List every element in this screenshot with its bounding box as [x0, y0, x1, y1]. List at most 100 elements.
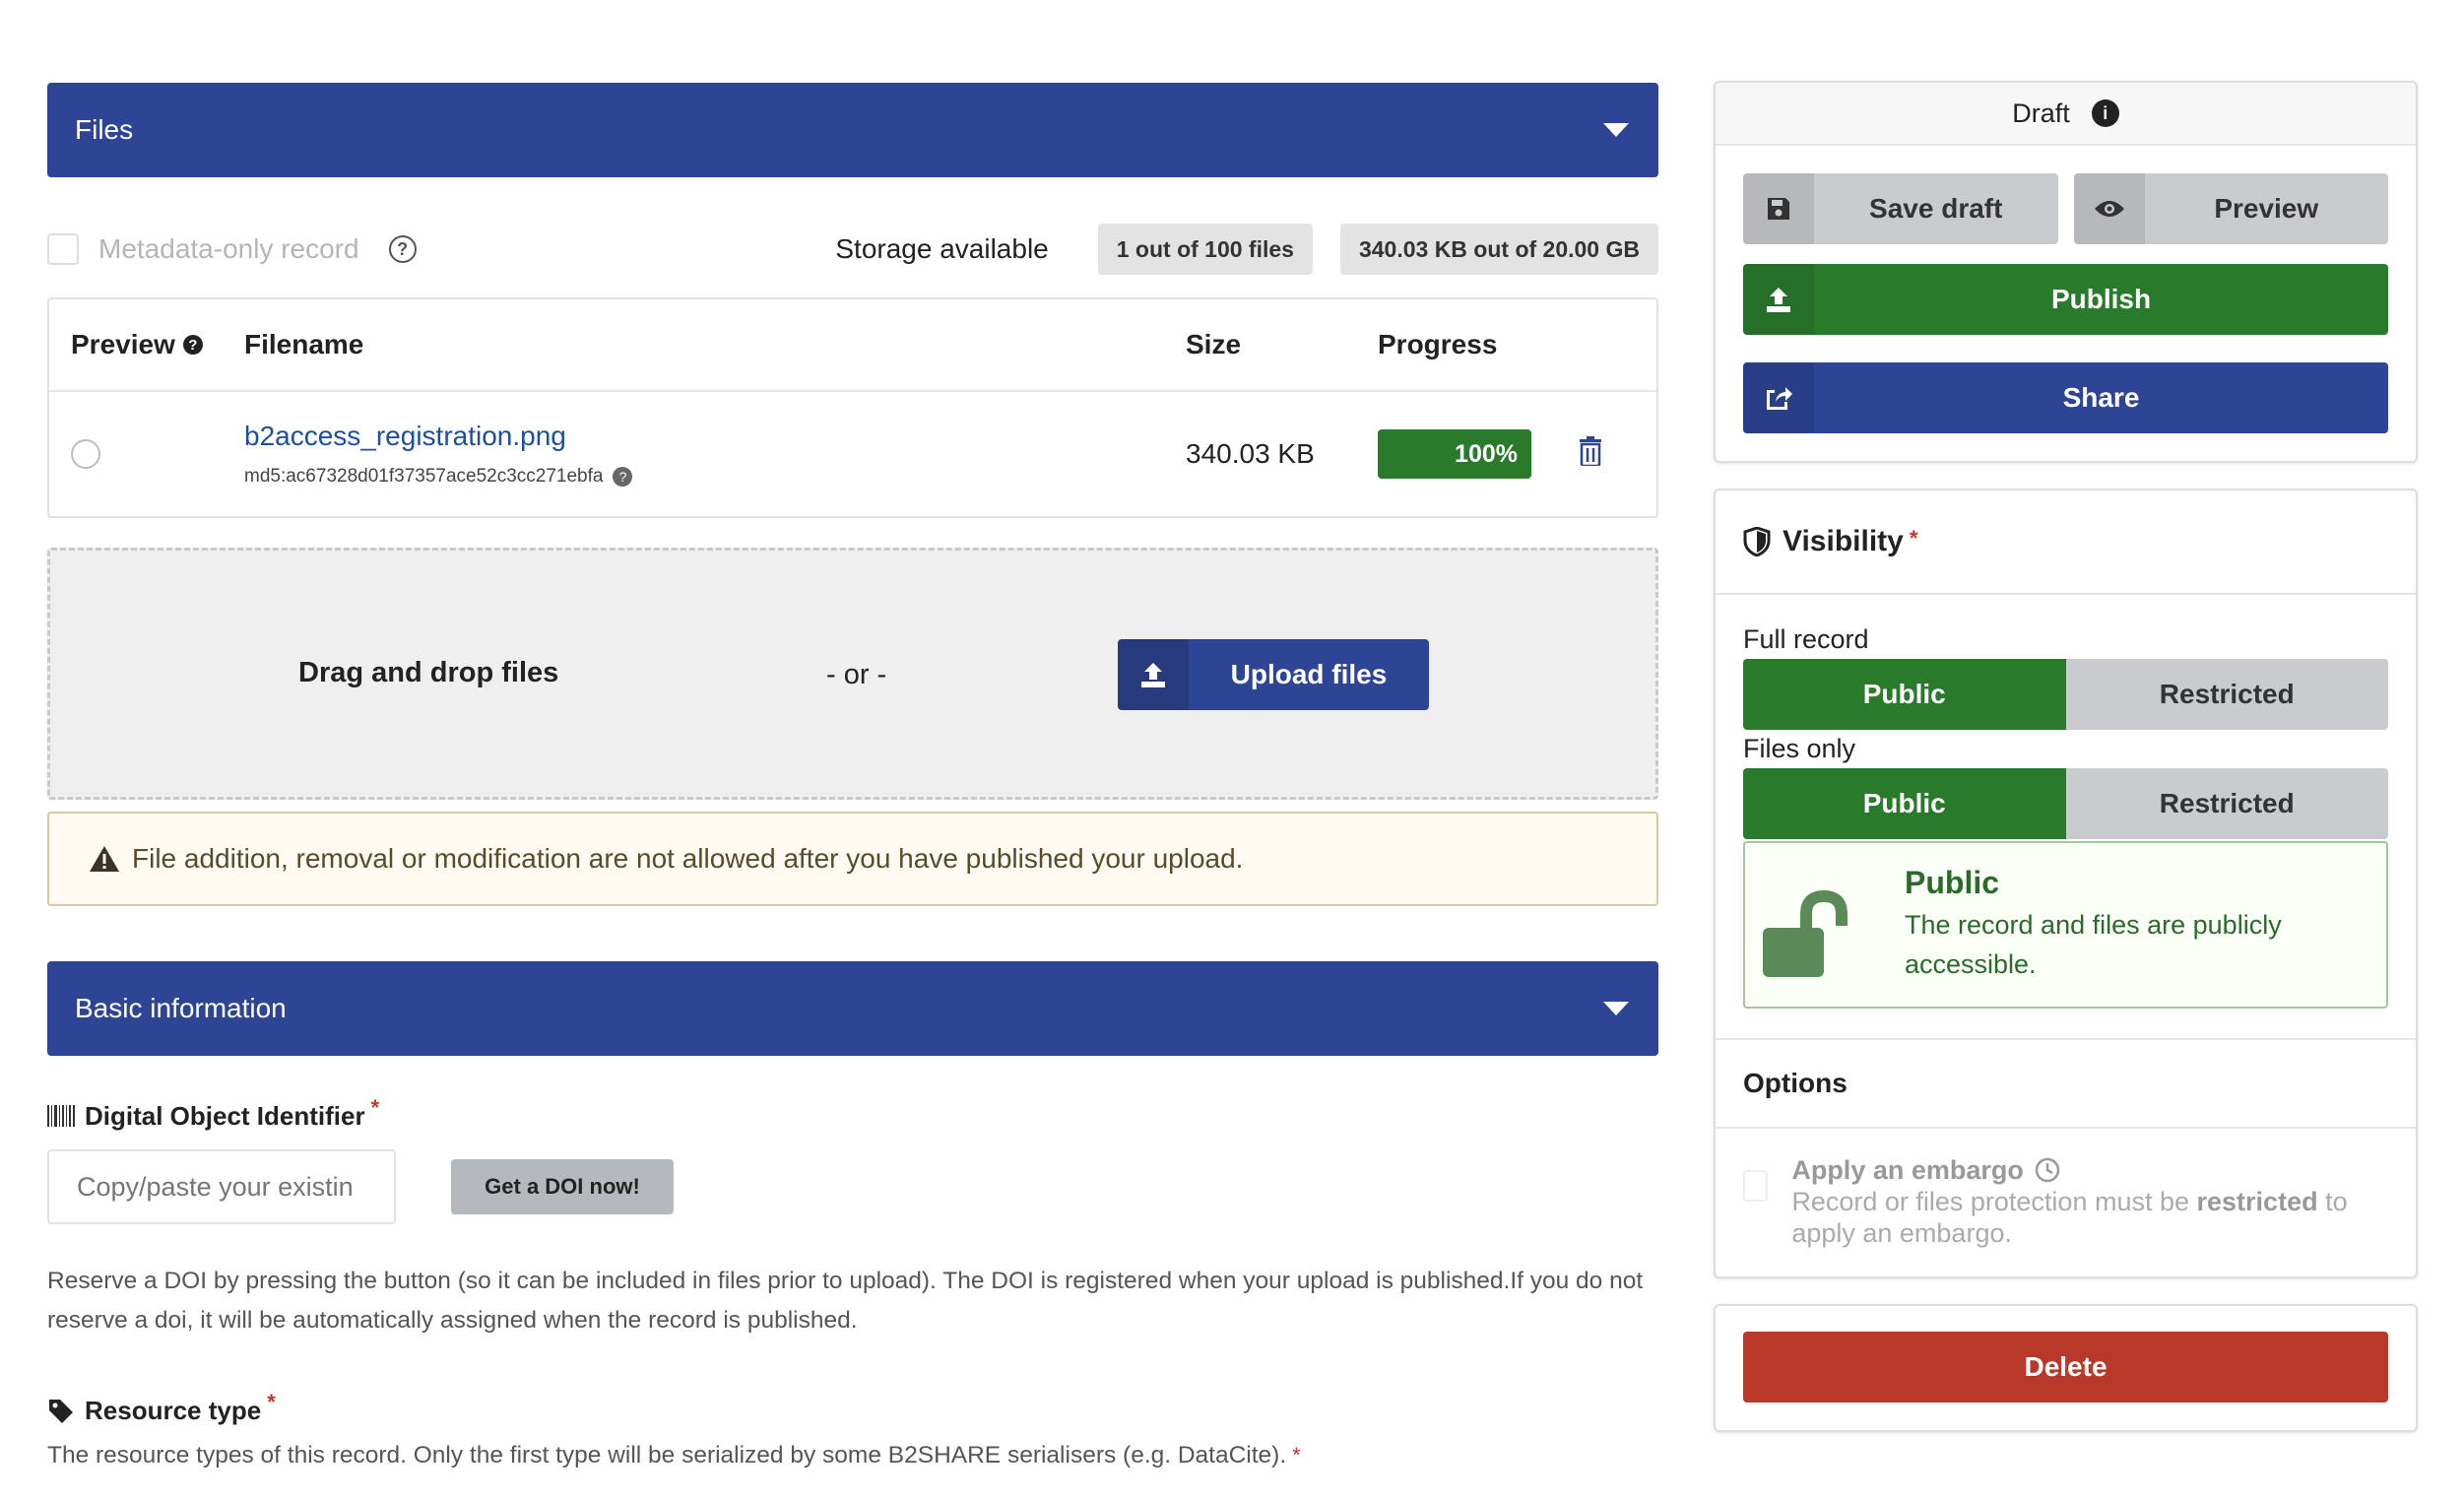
progress-cell: 100% [1378, 429, 1653, 479]
files-only-toggle: Public Restricted [1743, 768, 2388, 839]
doi-help-text: Reserve a DOI by pressing the button (so… [47, 1268, 1644, 1334]
doi-row: Get a DOI now! [47, 1149, 1658, 1224]
full-record-public-button[interactable]: Public [1743, 659, 2066, 730]
visibility-label: Visibility [1783, 525, 1904, 557]
delete-body: Delete [1716, 1306, 2416, 1430]
info-icon[interactable]: i [2091, 99, 2119, 127]
delete-card: Delete [1714, 1304, 2418, 1432]
warning-text: File addition, removal or modification a… [132, 843, 1244, 874]
doi-input[interactable] [47, 1149, 396, 1224]
visibility-title: Visibility * [1716, 490, 2416, 595]
visibility-body: Full record Public Restricted Files only… [1716, 595, 2416, 1009]
filename-column-header: Filename [244, 329, 364, 359]
files-only-public-button[interactable]: Public [1743, 768, 2066, 839]
delete-button[interactable]: Delete [1743, 1332, 2388, 1403]
required-mark: * [370, 1095, 380, 1120]
file-checksum: md5:ac67328d01f37357ace52c3cc271ebfa ? [244, 466, 1186, 488]
full-record-toggle: Public Restricted [1743, 659, 2388, 730]
storage-available-label: Storage available [835, 233, 1049, 264]
get-doi-button[interactable]: Get a DOI now! [451, 1159, 674, 1214]
embargo-option: Apply an embargo Record or files protect… [1716, 1129, 2416, 1276]
question-icon[interactable]: ? [613, 467, 633, 487]
required-mark: * [267, 1390, 276, 1414]
embargo-title-label: Apply an embargo [1791, 1155, 2024, 1185]
share-label: Share [2062, 382, 2140, 413]
barcode-icon [47, 1105, 75, 1127]
embargo-desc-bold: restricted [2196, 1187, 2318, 1216]
preview-radio[interactable] [71, 439, 100, 469]
options-title: Options [1716, 1038, 2416, 1129]
storage-size-badge: 340.03 KB out of 20.00 GB [1339, 224, 1658, 275]
sidebar: Draft i Save draft Preview Publish Share… [1714, 81, 2418, 1432]
dropzone-text: Drag and drop files [298, 657, 559, 688]
embargo-description: Record or files protection must be restr… [1791, 1186, 2388, 1249]
files-only-restricted-button[interactable]: Restricted [2065, 768, 2388, 839]
full-record-restricted-button[interactable]: Restricted [2065, 659, 2388, 730]
publish-warning: File addition, removal or modification a… [47, 812, 1658, 906]
upload-files-button[interactable]: Upload files [1118, 639, 1429, 710]
files-section-header[interactable]: Files [47, 83, 1658, 177]
doi-field-title: Digital Object Identifier * [47, 1095, 1658, 1132]
files-only-label: Files only [1743, 734, 1856, 763]
file-link[interactable]: b2access_registration.png [244, 421, 1186, 452]
preview-cell [49, 439, 244, 469]
draft-actions-row: Save draft Preview [1743, 173, 2388, 244]
table-header: Preview ? Filename Size Progress [49, 299, 1656, 392]
save-draft-label: Save draft [1869, 193, 2003, 224]
publish-label: Publish [2050, 284, 2152, 314]
eye-icon [2073, 173, 2145, 244]
caret-down-icon[interactable] [1603, 1002, 1629, 1015]
basic-info-section-title: Basic information [75, 993, 287, 1023]
visibility-card: Visibility * Full record Public Restrict… [1714, 489, 2418, 1278]
storage-row: Metadata-only record ? Storage available… [47, 217, 1658, 282]
shield-icon [1743, 527, 1771, 556]
metadata-only-checkbox[interactable] [47, 233, 79, 265]
save-draft-button[interactable]: Save draft [1743, 173, 2058, 244]
upload-files-label: Upload files [1230, 659, 1388, 689]
visibility-info-text: Public The record and files are publicly… [1905, 865, 2338, 984]
share-icon [1743, 362, 1814, 433]
full-record-label: Full record [1743, 624, 1869, 654]
question-icon[interactable]: ? [182, 335, 203, 355]
draft-status-header: Draft i [1716, 83, 2416, 146]
actions-body: Save draft Preview Publish Share [1716, 146, 2416, 461]
visibility-info-box: Public The record and files are publicly… [1743, 841, 2388, 1009]
trash-icon[interactable] [1579, 435, 1602, 473]
embargo-title: Apply an embargo [1791, 1154, 2388, 1186]
publish-button[interactable]: Publish [1743, 264, 2388, 335]
warning-icon [90, 846, 119, 872]
delete-label: Delete [2024, 1351, 2107, 1382]
preview-button[interactable]: Preview [2073, 173, 2388, 244]
resource-type-help: The resource types of this record. Only … [47, 1442, 1658, 1469]
preview-label: Preview [2214, 193, 2319, 224]
visibility-info-title: Public [1905, 865, 2000, 900]
embargo-checkbox[interactable] [1743, 1170, 1769, 1202]
tag-icon [49, 1400, 73, 1423]
embargo-text: Apply an embargo Record or files protect… [1791, 1154, 2388, 1249]
upload-icon [1118, 639, 1189, 710]
caret-down-icon[interactable] [1603, 123, 1629, 137]
size-column-header: Size [1186, 329, 1242, 359]
floppy-icon [1743, 173, 1814, 244]
progress-bar: 100% [1378, 429, 1531, 479]
metadata-only-label: Metadata-only record [98, 233, 359, 264]
share-button[interactable]: Share [1743, 362, 2388, 433]
file-dropzone[interactable]: Drag and drop files - or - Upload files [47, 548, 1658, 800]
progress-column-header: Progress [1378, 329, 1498, 359]
preview-column-header: Preview ? [49, 329, 244, 360]
doi-title-label: Digital Object Identifier [85, 1101, 365, 1131]
visibility-info-desc: The record and files are publicly access… [1905, 910, 2282, 979]
table-row: b2access_registration.png md5:ac67328d01… [49, 392, 1656, 516]
deposit-form: Files Metadata-only record ? Storage ava… [47, 83, 1658, 1469]
upload-icon [1743, 264, 1814, 335]
required-mark: * [1292, 1443, 1301, 1468]
unlock-icon [1763, 890, 1848, 977]
resource-type-label: Resource type [85, 1396, 262, 1425]
basic-info-section-header[interactable]: Basic information [47, 961, 1658, 1056]
files-count-badge: 1 out of 100 files [1097, 224, 1313, 275]
draft-status-label: Draft [2012, 98, 2070, 128]
actions-card: Draft i Save draft Preview Publish Share [1714, 81, 2418, 463]
help-icon[interactable]: ? [388, 235, 417, 263]
file-size: 340.03 KB [1186, 438, 1315, 469]
files-section-title: Files [75, 114, 134, 145]
